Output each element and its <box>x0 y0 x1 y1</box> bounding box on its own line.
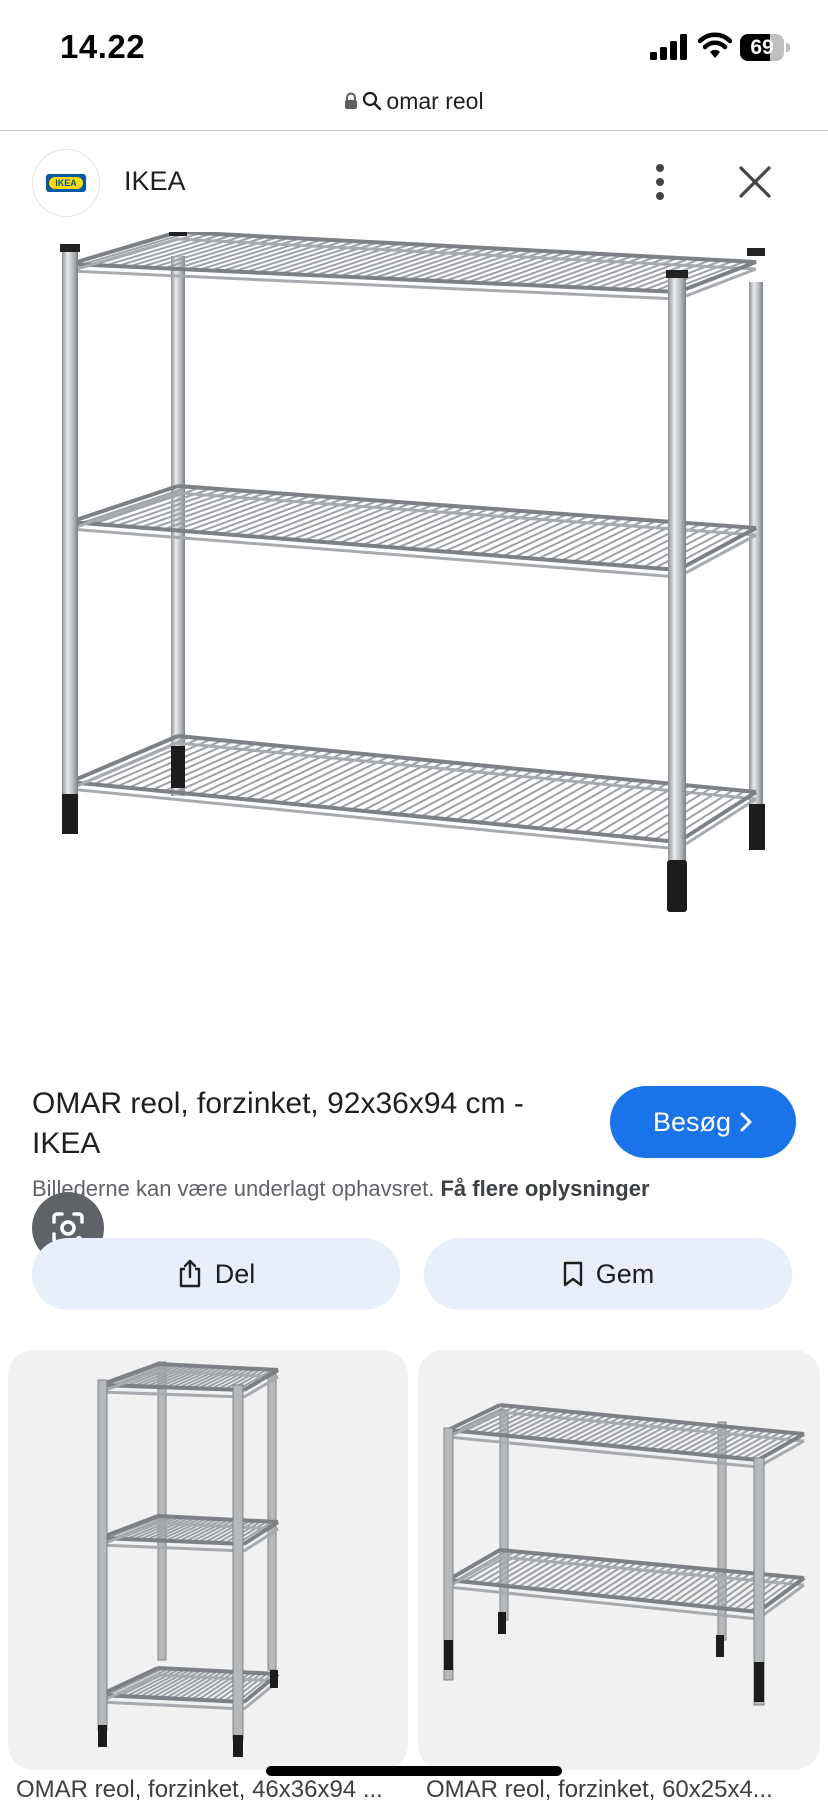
low-shelf-image <box>443 1403 806 1706</box>
share-label: Del <box>214 1258 256 1289</box>
url-text: omar reol <box>386 87 484 114</box>
tall-shelf-image <box>97 1361 280 1757</box>
source-name[interactable]: IKEA <box>124 166 186 197</box>
more-info-link[interactable]: Få flere oplysninger <box>440 1176 649 1201</box>
visit-button[interactable]: Besøg <box>610 1086 796 1158</box>
visit-label: Besøg <box>652 1106 732 1137</box>
related-result-card[interactable] <box>418 1350 820 1770</box>
source-logo[interactable]: IKEA <box>32 149 100 217</box>
search-icon <box>363 91 382 111</box>
more-options-icon[interactable] <box>645 160 675 204</box>
save-label: Gem <box>595 1258 655 1289</box>
related-caption[interactable]: OMAR reol, forzinket, 46x36x94 ... <box>16 1776 383 1804</box>
status-time: 14.22 <box>60 28 146 65</box>
ikea-logo-icon: IKEA <box>46 174 86 192</box>
related-caption[interactable]: OMAR reol, forzinket, 60x25x4... <box>426 1776 773 1804</box>
lock-icon <box>345 92 358 109</box>
home-indicator <box>266 1766 562 1776</box>
wifi-icon <box>698 32 732 58</box>
close-icon[interactable] <box>737 164 773 200</box>
save-button[interactable]: Gem <box>424 1238 792 1310</box>
chevron-right-icon <box>740 1112 752 1132</box>
divider <box>0 130 828 131</box>
share-icon <box>179 1259 200 1288</box>
result-title[interactable]: OMAR reol, forzinket, 92x36x94 cm - IKEA <box>32 1084 572 1164</box>
copyright-text: Billederne kan være underlagt ophavsret. <box>32 1176 435 1201</box>
bookmark-icon <box>563 1261 582 1287</box>
share-button[interactable]: Del <box>32 1238 400 1310</box>
battery-percent: 69 <box>750 36 774 59</box>
battery-icon: 69 <box>740 34 790 61</box>
address-bar[interactable]: omar reol <box>0 86 828 130</box>
wire-shelf-image <box>60 228 765 912</box>
cellular-signal-icon <box>650 34 687 60</box>
copyright-notice: Billederne kan være underlagt ophavsret.… <box>32 1176 650 1202</box>
main-product-image[interactable] <box>0 228 828 1264</box>
related-result-card[interactable] <box>8 1350 408 1770</box>
status-bar: 14.22 69 <box>0 0 828 86</box>
